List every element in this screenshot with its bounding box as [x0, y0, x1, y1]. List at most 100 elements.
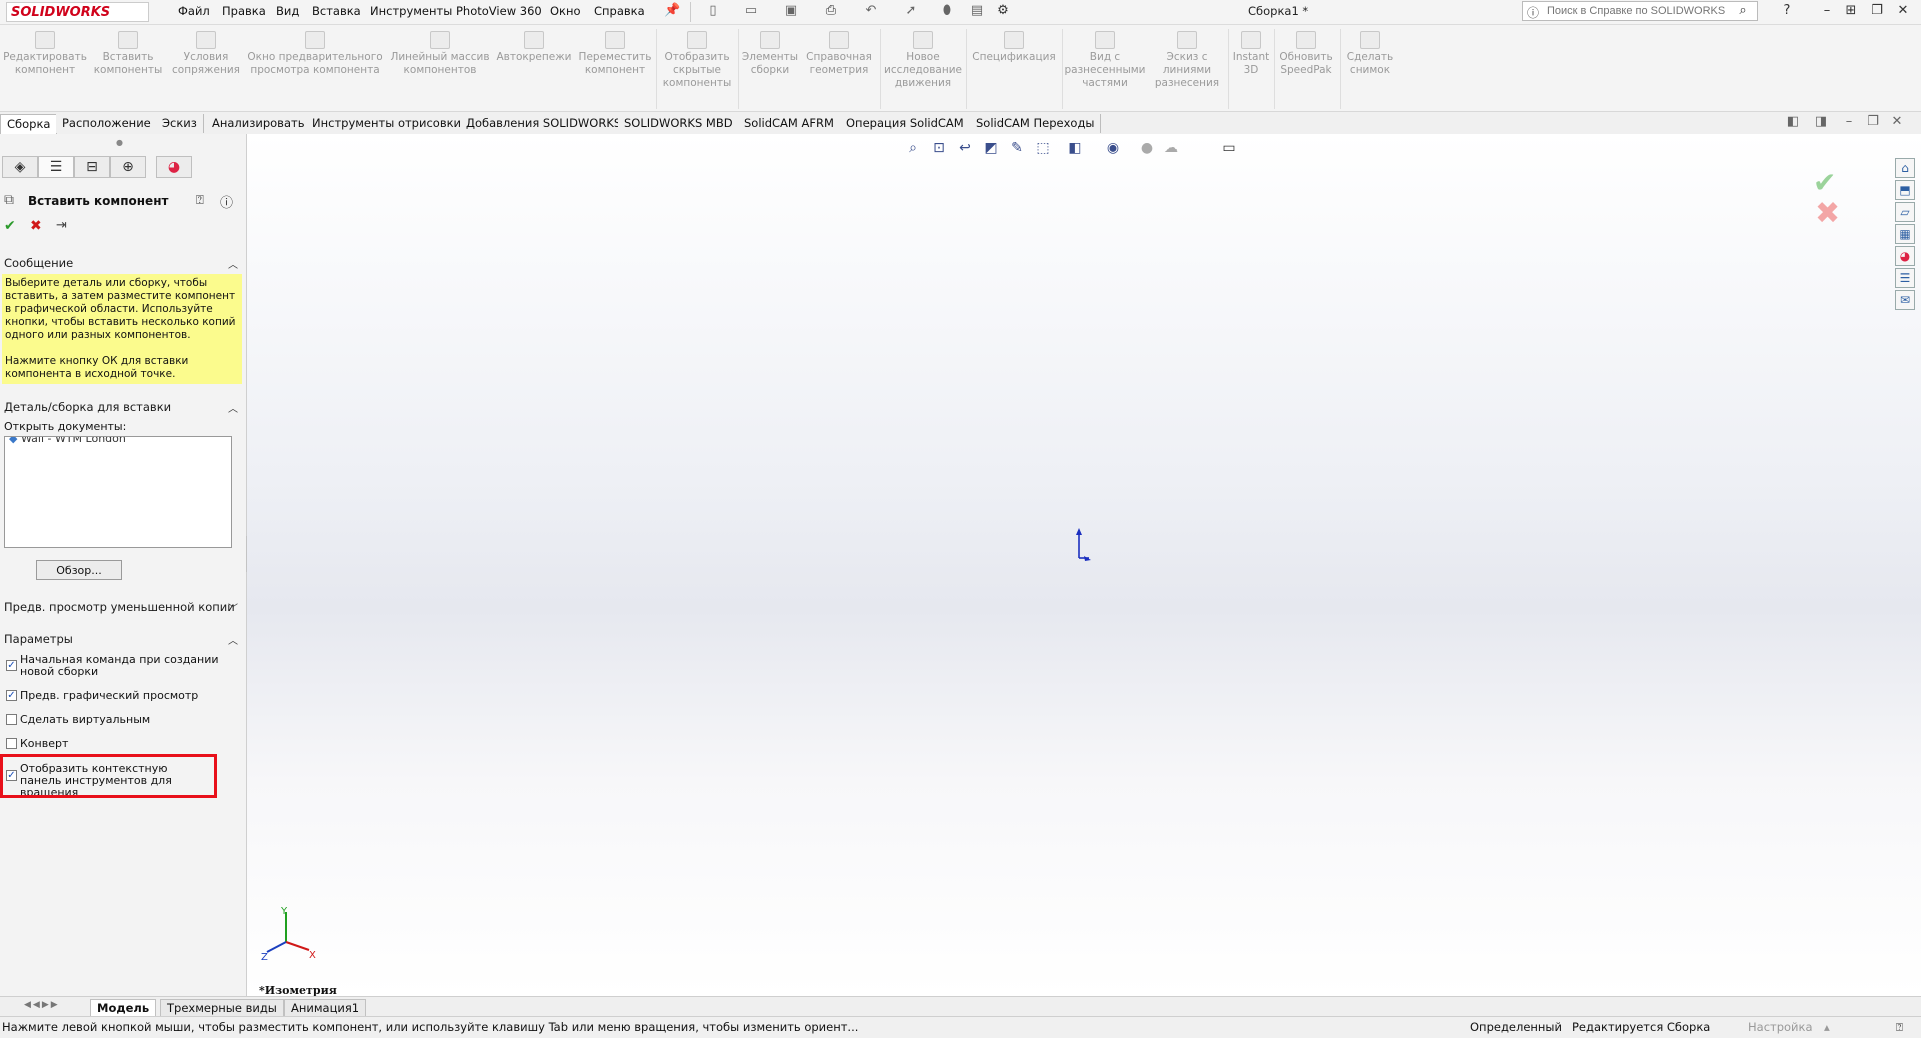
bill-of-materials-button[interactable]: Спецификация [968, 31, 1060, 64]
tab-scroll-arrows-icon[interactable]: ◀◀▶▶ [24, 1000, 60, 1010]
menu-window[interactable]: Окно [550, 4, 581, 18]
menu-file[interactable]: Файл [178, 4, 210, 18]
tab-model[interactable]: Модель [90, 999, 157, 1017]
collapse-chevron-icon[interactable]: ︿ [228, 632, 238, 647]
message-section-header[interactable]: Сообщение [4, 256, 73, 270]
smart-fasteners-button[interactable]: Автокрепежи [494, 31, 574, 64]
menu-photoview[interactable]: PhotoView 360 [456, 4, 542, 18]
edit-component-button[interactable]: Редактировать компонент [2, 31, 88, 77]
search-icon[interactable]: ⌕ [1736, 4, 1750, 18]
mate-button[interactable]: Условия сопряжения [170, 31, 242, 77]
view-orientation-icon[interactable]: ⬚ [1033, 138, 1053, 158]
pm-help-icon[interactable]: ⍰ [196, 193, 204, 208]
move-component-button[interactable]: Переместить компонент [578, 31, 652, 77]
display-style-icon[interactable]: ◧ [1065, 138, 1085, 158]
apply-scene-icon[interactable]: ☁ [1161, 138, 1181, 158]
menu-tools[interactable]: Инструменты [370, 4, 452, 18]
instant-3d-button[interactable]: Instant 3D [1230, 31, 1272, 77]
exploded-view-button[interactable]: Вид с разнесенными частями [1064, 31, 1146, 90]
design-library-icon[interactable]: ⬒ [1895, 180, 1915, 200]
panel-grip[interactable]: ● [116, 138, 123, 147]
open-document-icon[interactable]: ▭ [744, 4, 758, 18]
tab-solidworks-mbd[interactable]: SOLIDWORKS MBD [618, 114, 740, 133]
tab-markup[interactable]: Инструменты отрисовки [306, 114, 469, 133]
maximize-icon[interactable]: ⊞ [1844, 4, 1858, 18]
status-customize[interactable]: Настройка [1748, 1017, 1813, 1037]
status-help-icon[interactable]: ⍰ [1896, 1017, 1903, 1037]
feature-manager-tab[interactable]: ◈ [2, 156, 38, 178]
edit-appearance-icon[interactable]: ● [1137, 138, 1157, 158]
linear-pattern-button[interactable]: Линейный массив компонентов [390, 31, 490, 77]
component-preview-window-button[interactable]: Окно предварительного просмотра компонен… [246, 31, 384, 77]
reference-geometry-button[interactable]: Справочная геометрия [804, 31, 874, 77]
menu-view[interactable]: Вид [276, 4, 299, 18]
cancel-x-icon[interactable]: ✖ [30, 218, 42, 234]
status-up-arrow-icon[interactable]: ▴ [1824, 1017, 1830, 1037]
show-hidden-components-button[interactable]: Отобразить скрытые компоненты [660, 31, 734, 90]
file-properties-icon[interactable]: ▤ [970, 4, 984, 18]
open-documents-list[interactable]: ◆ Wall - WTM London [4, 436, 232, 548]
close-icon[interactable]: ✕ [1896, 4, 1910, 18]
explode-line-sketch-button[interactable]: Эскиз с линиями разнесения [1150, 31, 1224, 90]
make-virtual-checkbox[interactable] [6, 714, 17, 725]
view-palette-icon[interactable]: ▦ [1895, 224, 1915, 244]
zoom-to-fit-icon[interactable]: ⌕ [903, 138, 923, 158]
hide-show-items-icon[interactable]: ◉ [1103, 138, 1123, 158]
collapse-chevron-icon[interactable]: ︿ [228, 400, 238, 415]
tab-animation[interactable]: Анимация1 [284, 999, 367, 1017]
rebuild-icon[interactable]: ⬮ [940, 4, 954, 18]
panel-right-icon[interactable]: ◨ [1814, 115, 1828, 129]
forum-chat-icon[interactable]: ✉ [1895, 290, 1915, 310]
update-speedpak-button[interactable]: Обновить SpeedPak [1276, 31, 1336, 77]
keep-visible-pin-icon[interactable]: ⇥ [56, 218, 67, 233]
appearances-icon[interactable]: ◕ [1895, 246, 1915, 266]
menu-help[interactable]: Справка [594, 4, 645, 18]
part-to-insert-header[interactable]: Деталь/сборка для вставки [4, 400, 171, 414]
panel-left-icon[interactable]: ◧ [1786, 115, 1800, 129]
doc-minimize-icon[interactable]: – [1842, 115, 1856, 129]
help-search-box[interactable]: ⓘ [1522, 1, 1758, 21]
options-gear-icon[interactable]: ⚙ [996, 4, 1010, 18]
help-icon[interactable]: ⓘ [220, 192, 233, 211]
home-icon[interactable]: ⌂ [1895, 158, 1915, 178]
list-item[interactable]: ◆ Wall - WTM London [5, 437, 231, 445]
save-icon[interactable]: ▣ [784, 4, 798, 18]
help-icon[interactable]: ? [1780, 4, 1794, 18]
solidworks-logo[interactable]: SOLIDWORKS [6, 2, 149, 22]
doc-close-icon[interactable]: ✕ [1890, 115, 1904, 129]
display-manager-tab[interactable]: ◕ [156, 156, 192, 178]
previous-view-icon[interactable]: ↩ [955, 138, 975, 158]
cancel-corner-icon[interactable]: ✖ [1815, 196, 1840, 231]
menu-edit[interactable]: Правка [222, 4, 266, 18]
custom-properties-icon[interactable]: ☰ [1895, 268, 1915, 288]
view-settings-monitor-icon[interactable]: ▭ [1219, 138, 1239, 158]
tab-3d-views[interactable]: Трехмерные виды [160, 999, 284, 1017]
tab-solidcam-afrm[interactable]: SolidCAM AFRM [738, 114, 841, 133]
browse-button[interactable]: Обзор... [36, 560, 122, 580]
graphics-area[interactable]: ⌕ ⊡ ↩ ◩ ✎ ⬚ ◧ ◉ ● ☁ ▭ ✔ ✖ ⌂ ⬒ ▱ ▦ ◕ ☰ ✉ … [247, 134, 1921, 997]
undo-icon[interactable]: ↶ [864, 4, 878, 18]
tab-assembly[interactable]: Сборка [0, 114, 58, 134]
take-snapshot-button[interactable]: Сделать снимок [1342, 31, 1398, 77]
tab-evaluate[interactable]: Анализировать [206, 114, 312, 133]
tab-layout[interactable]: Расположение [56, 114, 158, 133]
insert-components-button[interactable]: Вставить компоненты [90, 31, 166, 77]
collapse-chevron-icon[interactable]: ︿ [228, 256, 238, 271]
new-motion-study-button[interactable]: Новое исследование движения [884, 31, 962, 90]
start-command-checkbox[interactable]: ✓ [6, 660, 17, 671]
restore-icon[interactable]: ❐ [1870, 4, 1884, 18]
assembly-features-button[interactable]: Элементы сборки [740, 31, 800, 77]
help-search-input[interactable] [1545, 4, 1739, 18]
tab-solidcam-operation[interactable]: Операция SolidCAM [840, 114, 971, 133]
tab-solidworks-addins[interactable]: Добавления SOLIDWORKS [460, 114, 629, 133]
expand-chevron-icon[interactable]: ﹀ [228, 600, 238, 615]
print-icon[interactable]: ⎙ [824, 4, 838, 18]
options-header[interactable]: Параметры [4, 632, 73, 646]
select-icon[interactable]: ➚ [904, 4, 918, 18]
tab-solidcam-transitions[interactable]: SolidCAM Переходы [970, 114, 1102, 133]
dynamic-annotation-icon[interactable]: ✎ [1007, 138, 1027, 158]
thumbnail-preview-header[interactable]: Предв. просмотр уменьшенной копии [4, 600, 235, 614]
envelope-checkbox[interactable] [6, 738, 17, 749]
ok-check-icon[interactable]: ✔ [4, 218, 16, 234]
new-document-icon[interactable]: ▯ [706, 4, 720, 18]
